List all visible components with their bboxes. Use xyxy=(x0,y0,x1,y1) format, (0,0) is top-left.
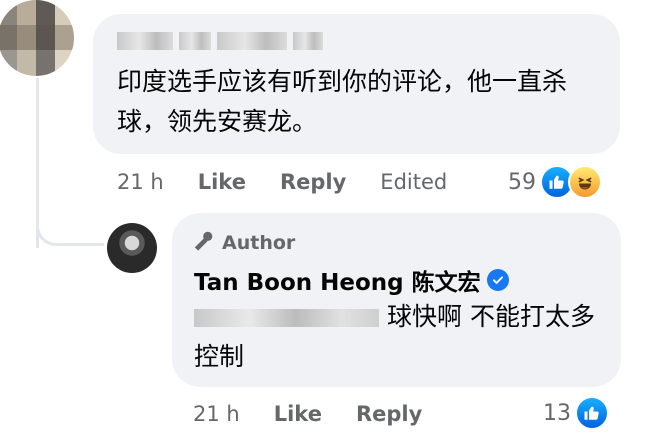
reply-reaction-count: 13 xyxy=(543,400,571,426)
comment-text: 印度选手应该有听到你的评论，他一直杀球，领先安赛龙。 xyxy=(117,67,568,136)
mentioned-user-redacted[interactable] xyxy=(194,309,379,327)
thread-connector xyxy=(36,200,104,246)
reply-text-block: 球快啊 不能打太多控制 xyxy=(194,297,614,377)
author-avatar[interactable] xyxy=(107,223,157,273)
commenter-name-redacted[interactable] xyxy=(117,32,323,50)
reply-reply-button[interactable]: Reply xyxy=(356,402,422,426)
laughing-face-icon xyxy=(568,165,602,199)
like-button[interactable]: Like xyxy=(198,170,246,194)
author-badge-label: Author xyxy=(222,231,296,254)
edited-label[interactable]: Edited xyxy=(380,170,447,194)
reply-reactions-summary[interactable]: 13 xyxy=(543,396,609,430)
reply-bubble: Author Tan Boon Heong 陈文宏 球快啊 不能打太多控制 xyxy=(172,213,621,387)
reactions-summary[interactable]: 59 xyxy=(508,165,602,199)
reply-author: Tan Boon Heong 陈文宏 xyxy=(194,263,509,297)
reply-actions: 21 h Like Reply xyxy=(193,402,422,426)
reply-like-button[interactable]: Like xyxy=(274,402,322,426)
author-badge: Author xyxy=(194,229,295,256)
comment-actions: 21 h Like Reply Edited xyxy=(117,170,447,194)
comment-timestamp[interactable]: 21 h xyxy=(117,170,164,194)
reply-timestamp[interactable]: 21 h xyxy=(193,402,240,426)
commenter-avatar[interactable] xyxy=(0,0,74,76)
comment-bubble: 印度选手应该有听到你的评论，他一直杀球，领先安赛龙。 xyxy=(93,14,620,154)
reply-author-name[interactable]: Tan Boon Heong 陈文宏 xyxy=(194,263,481,297)
verified-check-icon xyxy=(486,269,509,291)
reaction-count: 59 xyxy=(508,169,536,195)
thumbs-up-icon xyxy=(575,396,609,430)
microphone-icon xyxy=(194,229,216,256)
reply-button[interactable]: Reply xyxy=(280,170,346,194)
